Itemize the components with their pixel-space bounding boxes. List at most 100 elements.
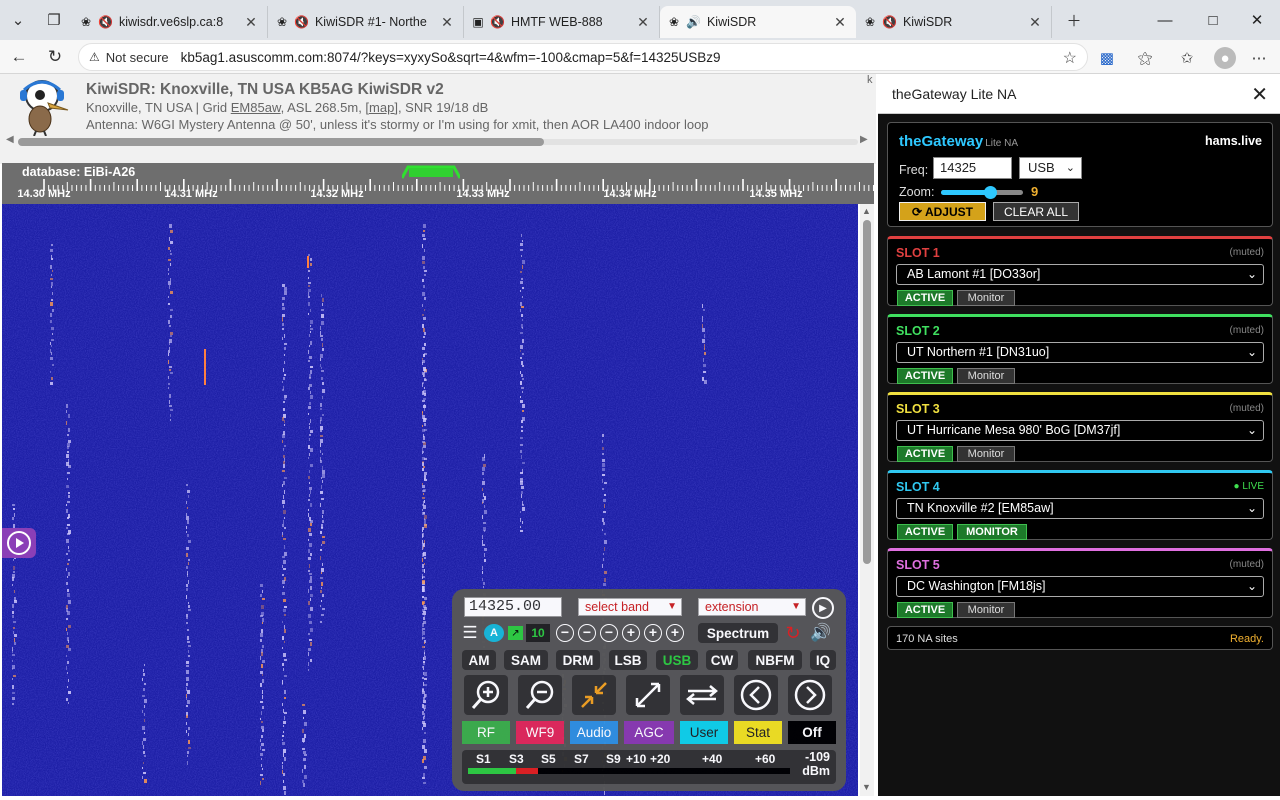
close-tab-icon[interactable]: ✕ (241, 14, 261, 31)
mode-lsb-button[interactable]: LSB (609, 650, 647, 670)
auto-badge[interactable]: A (484, 624, 504, 642)
zoom-out-magnifier-icon[interactable] (518, 675, 562, 715)
extensions-puzzle-icon[interactable]: ⚝ (1134, 47, 1156, 69)
favorites-list-icon[interactable]: ✩ (1176, 47, 1198, 69)
mode-nbfm-button[interactable]: NBFM (748, 650, 802, 670)
scroll-up-arrow-icon[interactable]: ▲ (862, 206, 871, 216)
browser-tab[interactable]: ▣ 🔇 HMTF WEB-888 ✕ (464, 6, 660, 38)
slot-site-select[interactable]: UT Northern #1 [DN31uo] ⌄ (896, 342, 1264, 363)
tab-actions-chevron-icon[interactable]: ⌄ (0, 0, 36, 40)
tab-agc[interactable]: AGC (624, 721, 674, 744)
muted-speaker-icon[interactable]: 🔇 (490, 15, 505, 29)
slot-active-button[interactable]: ACTIVE (897, 446, 953, 462)
tab-wf[interactable]: WF9 (516, 721, 564, 744)
slot-site-select[interactable]: TN Knoxville #2 [EM85aw] ⌄ (896, 498, 1264, 519)
clear-all-button[interactable]: CLEAR ALL (993, 202, 1079, 221)
menu-hamburger-icon[interactable]: ☰ (460, 623, 480, 642)
scroll-left-arrow-icon[interactable]: ◀ (6, 134, 14, 145)
slot-monitor-button-on[interactable]: MONITOR (957, 524, 1027, 540)
tab-stat[interactable]: Stat (734, 721, 782, 744)
favorite-star-icon[interactable]: ☆ (1063, 48, 1077, 68)
slot-site-select[interactable]: DC Washington [FM18js] ⌄ (896, 576, 1264, 597)
slot-monitor-button[interactable]: Monitor (957, 446, 1015, 462)
slot-active-button[interactable]: ACTIVE (897, 524, 953, 540)
zoom-out-icon[interactable]: − (578, 624, 596, 642)
speaker-volume-icon[interactable]: 🔊 (808, 623, 834, 642)
tab-off[interactable]: Off (788, 721, 836, 744)
passband-marker[interactable] (402, 165, 460, 179)
zoom-in-max-icon[interactable]: + (666, 624, 684, 642)
play-button[interactable] (2, 528, 36, 558)
adjust-button[interactable]: ⟳ ADJUST (899, 202, 986, 221)
zoom-out-max-icon[interactable]: − (556, 624, 574, 642)
zoom-slider[interactable] (941, 186, 1023, 199)
browser-tab[interactable]: ❀ 🔇 kiwisdr.ve6slp.ca:8 ✕ (72, 6, 268, 38)
mode-usb-button[interactable]: USB (656, 650, 698, 670)
step-right-icon[interactable] (788, 675, 832, 715)
expand-arrows-icon[interactable] (626, 675, 670, 715)
mode-drm-button[interactable]: DRM (556, 650, 600, 670)
close-tab-icon[interactable]: ✕ (1025, 14, 1045, 31)
browser-tab-active[interactable]: ❀ 🔊 KiwiSDR ✕ (660, 6, 856, 38)
horizontal-scrollbar[interactable]: ◀ ▶ (4, 134, 872, 148)
workspaces-icon[interactable]: ❐ (36, 0, 72, 40)
waterfall-vertical-scrollbar[interactable]: ▲ ▼ (860, 204, 874, 796)
close-window-icon[interactable]: ✕ (1234, 0, 1280, 40)
extension-select[interactable]: extension ▼ (698, 598, 806, 616)
slot-site-select[interactable]: AB Lamont #1 [DO33or] ⌄ (896, 264, 1264, 285)
url-field[interactable]: ⚠ Not secure kb5ag1.asuscomm.com:8074/?k… (78, 43, 1088, 71)
new-tab-plus-icon[interactable]: ＋ (1052, 0, 1096, 40)
frequency-input[interactable]: 14325.00 (464, 597, 562, 617)
close-tab-icon[interactable]: ✕ (830, 14, 850, 31)
step-left-icon[interactable] (734, 675, 778, 715)
frequency-scale[interactable]: database: EiBi-A26 14.30 MHz 14.31 MHz 1… (2, 163, 874, 204)
scroll-thumb[interactable] (863, 220, 871, 564)
maximize-icon[interactable]: □ (1190, 0, 1236, 40)
scroll-thumb[interactable] (18, 138, 544, 146)
browser-tab[interactable]: ❀ 🔇 KiwiSDR ✕ (856, 6, 1052, 38)
database-label[interactable]: database: EiBi-A26 (22, 165, 135, 179)
mode-iq-button[interactable]: IQ (810, 650, 836, 670)
spectrum-button[interactable]: Spectrum (698, 623, 778, 643)
swap-arrows-icon[interactable] (680, 675, 724, 715)
mode-cw-button[interactable]: CW (706, 650, 738, 670)
url-text[interactable]: kb5ag1.asuscomm.com:8074/?keys=xyxySo&sq… (181, 50, 721, 65)
security-label[interactable]: Not secure (106, 50, 169, 65)
muted-speaker-icon[interactable]: 🔇 (882, 15, 897, 29)
chart-icon[interactable]: ↗ (508, 626, 523, 640)
close-tab-icon[interactable]: ✕ (633, 14, 653, 31)
extension-shield-icon[interactable]: ▩ (1096, 47, 1118, 69)
band-select[interactable]: select band ▼ (578, 598, 682, 616)
mode-sam-button[interactable]: SAM (504, 650, 548, 670)
tab-audio[interactable]: Audio (570, 721, 618, 744)
collapse-arrows-icon[interactable] (572, 675, 616, 715)
zoom-out-step-icon[interactable]: − (600, 624, 618, 642)
slot-active-button[interactable]: ACTIVE (897, 602, 953, 618)
slot-monitor-button[interactable]: Monitor (957, 368, 1015, 384)
hams-live-link[interactable]: hams.live (1205, 134, 1262, 148)
slot-monitor-button[interactable]: Monitor (957, 290, 1015, 306)
slot-active-button[interactable]: ACTIVE (897, 290, 953, 306)
play-icon[interactable]: ▶ (812, 597, 834, 619)
muted-speaker-icon[interactable]: 🔇 (98, 15, 113, 29)
close-tab-icon[interactable]: ✕ (437, 14, 457, 31)
map-link[interactable]: [map] (365, 100, 398, 115)
mode-select[interactable]: USB ⌄ (1019, 157, 1082, 179)
more-menu-icon[interactable]: ⋯ (1248, 47, 1270, 69)
minimize-icon[interactable]: — (1142, 0, 1188, 40)
speaker-playing-icon[interactable]: 🔊 (686, 15, 701, 29)
zoom-in-step-icon[interactable]: + (622, 624, 640, 642)
slot-monitor-button[interactable]: Monitor (957, 602, 1015, 618)
close-panel-icon[interactable]: ✕ (1251, 82, 1268, 107)
mode-am-button[interactable]: AM (462, 650, 496, 670)
zoom-in-magnifier-icon[interactable] (464, 675, 508, 715)
zoom-in-icon[interactable]: + (644, 624, 662, 642)
slot-site-select[interactable]: UT Hurricane Mesa 980' BoG [DM37jf] ⌄ (896, 420, 1264, 441)
tab-user[interactable]: User (680, 721, 728, 744)
warning-triangle-icon[interactable]: ⚠ (89, 50, 100, 64)
browser-tab[interactable]: ❀ 🔇 KiwiSDR #1- Northe ✕ (268, 6, 464, 38)
reset-refresh-icon[interactable]: ↻ (782, 623, 804, 643)
back-arrow-icon[interactable]: ← (6, 45, 32, 69)
slot-active-button[interactable]: ACTIVE (897, 368, 953, 384)
scroll-down-arrow-icon[interactable]: ▼ (862, 782, 871, 792)
